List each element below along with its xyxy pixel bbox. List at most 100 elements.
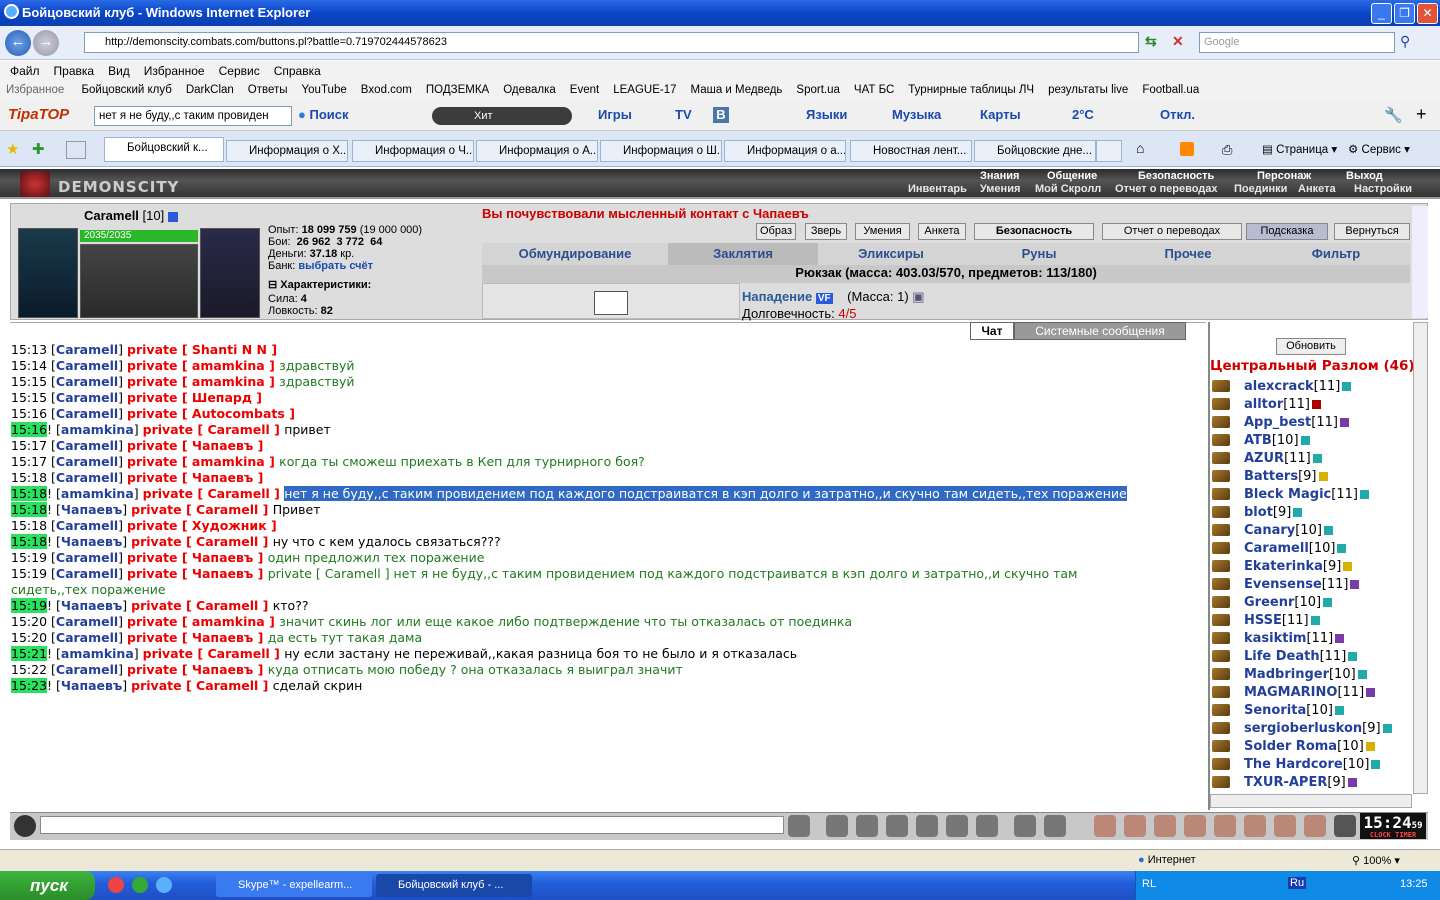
tv-button[interactable]: TV [675, 107, 692, 122]
menu-tools[interactable]: Сервис [219, 64, 260, 78]
quick-tabs-icon[interactable] [66, 141, 86, 159]
games-button[interactable]: Игры [598, 107, 632, 122]
user-name[interactable]: App_best [1244, 415, 1311, 430]
chat-recipient[interactable]: Autocombats [192, 406, 285, 421]
private-message-icon[interactable] [1212, 650, 1230, 662]
close-button[interactable]: ✕ [1417, 3, 1438, 24]
security-button[interactable]: Безопасность [974, 223, 1094, 240]
user-name[interactable]: TXUR-APER [1244, 775, 1327, 790]
favorite-link[interactable]: ПОДЗЕМКА [426, 84, 489, 96]
taskbar-skype[interactable]: Skype™ - expellearm... [216, 874, 372, 897]
chat-sender[interactable]: amamkina [61, 486, 134, 501]
user-info-icon[interactable] [1318, 472, 1328, 481]
chat-recipient[interactable]: Художник [192, 518, 267, 533]
chat-time[interactable]: 15:19 [11, 566, 47, 581]
helmet-slot[interactable] [18, 228, 78, 318]
tab-elixirs[interactable]: Эликсиры [818, 243, 964, 265]
user-info-icon[interactable] [1310, 616, 1320, 625]
menu-view[interactable]: Вид [108, 64, 130, 78]
chat-sender[interactable]: Caramell [56, 438, 118, 453]
user-info-icon[interactable] [1311, 400, 1321, 409]
chat-recipient[interactable]: Shanti N N [192, 342, 267, 357]
user-info-icon[interactable] [1365, 742, 1375, 751]
chat-sender[interactable]: Caramell [56, 470, 118, 485]
chat-time[interactable]: 15:18 [11, 502, 48, 517]
tab-runes[interactable]: Руны [964, 243, 1114, 265]
favorite-link[interactable]: Bxod.com [361, 84, 412, 96]
maximize-button[interactable]: ❐ [1394, 3, 1415, 24]
user-info-icon[interactable] [1337, 544, 1347, 553]
transfer-report-button[interactable]: Отчет о переводах [1102, 223, 1242, 240]
private-message-icon[interactable] [1212, 416, 1230, 428]
chat-recipient[interactable]: amamkina [192, 614, 265, 629]
chat-sender[interactable]: Caramell [56, 390, 118, 405]
chat-input[interactable] [40, 816, 784, 834]
chat-recipient[interactable]: Шепард [192, 390, 252, 405]
user-name[interactable]: Bleck Magic [1244, 487, 1331, 502]
user-info-icon[interactable] [1350, 580, 1360, 589]
profile-button[interactable]: Анкета [918, 223, 966, 240]
favorite-link[interactable]: Event [570, 84, 599, 96]
clan-icon-4[interactable] [1184, 815, 1206, 837]
nav-security[interactable]: Безопасность [1138, 170, 1214, 182]
emoticon-icon[interactable] [1014, 815, 1036, 837]
user-name[interactable]: Life Death [1244, 649, 1320, 664]
favorite-link[interactable]: LEAGUE-17 [613, 84, 676, 96]
menu-file[interactable]: Файл [10, 64, 40, 78]
user-info-icon[interactable] [1323, 526, 1333, 535]
user-info-icon[interactable] [1312, 454, 1322, 463]
chat-recipient[interactable]: Чапаевъ [192, 438, 253, 453]
user-list-item[interactable]: Batters[9] [1244, 469, 1328, 484]
user-info-icon[interactable] [1300, 436, 1310, 445]
private-message-icon[interactable] [1212, 758, 1230, 770]
clan-icon-8[interactable] [1304, 815, 1326, 837]
info-icon[interactable] [167, 211, 178, 222]
chat-recipient[interactable]: amamkina [192, 358, 265, 373]
characteristics-header[interactable]: ⊟ Характеристики: [268, 278, 371, 291]
private-message-icon[interactable] [1212, 506, 1230, 518]
user-list-item[interactable]: blot[9] [1244, 505, 1303, 520]
user-info-icon[interactable] [1343, 562, 1353, 571]
bank-select-link[interactable]: выбрать счёт [298, 260, 373, 272]
browser-tab[interactable]: Информация о А... [476, 140, 598, 162]
return-button[interactable]: Вернуться [1334, 223, 1410, 240]
chrome-icon[interactable] [108, 877, 124, 893]
chat-sender[interactable]: amamkina [61, 422, 134, 437]
hint-button[interactable]: Подсказка [1246, 223, 1328, 240]
private-message-icon[interactable] [1212, 542, 1230, 554]
private-message-icon[interactable] [1212, 560, 1230, 572]
favorite-link[interactable]: DarkClan [186, 84, 234, 96]
user-name[interactable]: sergioberluskon [1244, 721, 1362, 736]
chat-time[interactable]: 15:21 [11, 646, 48, 661]
user-name[interactable]: Senorita [1244, 703, 1306, 718]
eraser-icon[interactable] [826, 815, 848, 837]
minimize-button[interactable]: _ [1371, 3, 1392, 24]
chat-recipient[interactable]: Caramell [207, 486, 269, 501]
private-message-icon[interactable] [1212, 668, 1230, 680]
favorite-link[interactable]: Sport.ua [796, 84, 839, 96]
user-list-item[interactable]: alexcrack[11] [1244, 379, 1352, 394]
browser-tab[interactable]: Бойцовский к... [104, 137, 224, 162]
url-field[interactable]: http://demonscity.combats.com/buttons.pl… [84, 32, 1139, 53]
chat-sender[interactable]: Caramell [56, 550, 118, 565]
search-input[interactable]: Google [1199, 32, 1395, 53]
user-list-item[interactable]: alltor[11] [1244, 397, 1321, 412]
nav-profile[interactable]: Анкета [1298, 183, 1336, 195]
chat-sender[interactable]: Caramell [56, 630, 118, 645]
chat-sender[interactable]: Чапаевъ [61, 678, 122, 693]
chat-time[interactable]: 15:16 [11, 406, 47, 421]
browser-tab[interactable]: Бойцовские дне... [974, 140, 1096, 162]
user-name[interactable]: alexcrack [1244, 379, 1314, 394]
exit-icon[interactable] [1334, 815, 1356, 837]
user-name[interactable]: Madbringer [1244, 667, 1329, 682]
print-icon[interactable]: ⎙ [1222, 142, 1232, 158]
equipment-slots[interactable] [200, 228, 260, 318]
page-menu[interactable]: ▤ Страница ▾ [1262, 142, 1337, 156]
user-name[interactable]: Solder Roma [1244, 739, 1337, 754]
new-tab-button[interactable] [1096, 140, 1122, 162]
private-message-icon[interactable] [1212, 614, 1230, 626]
user-list-item[interactable]: App_best[11] [1244, 415, 1349, 430]
user-list-item[interactable]: Caramell[10] [1244, 541, 1347, 556]
user-name[interactable]: The Hardcore [1244, 757, 1343, 772]
private-message-icon[interactable] [1212, 524, 1230, 536]
